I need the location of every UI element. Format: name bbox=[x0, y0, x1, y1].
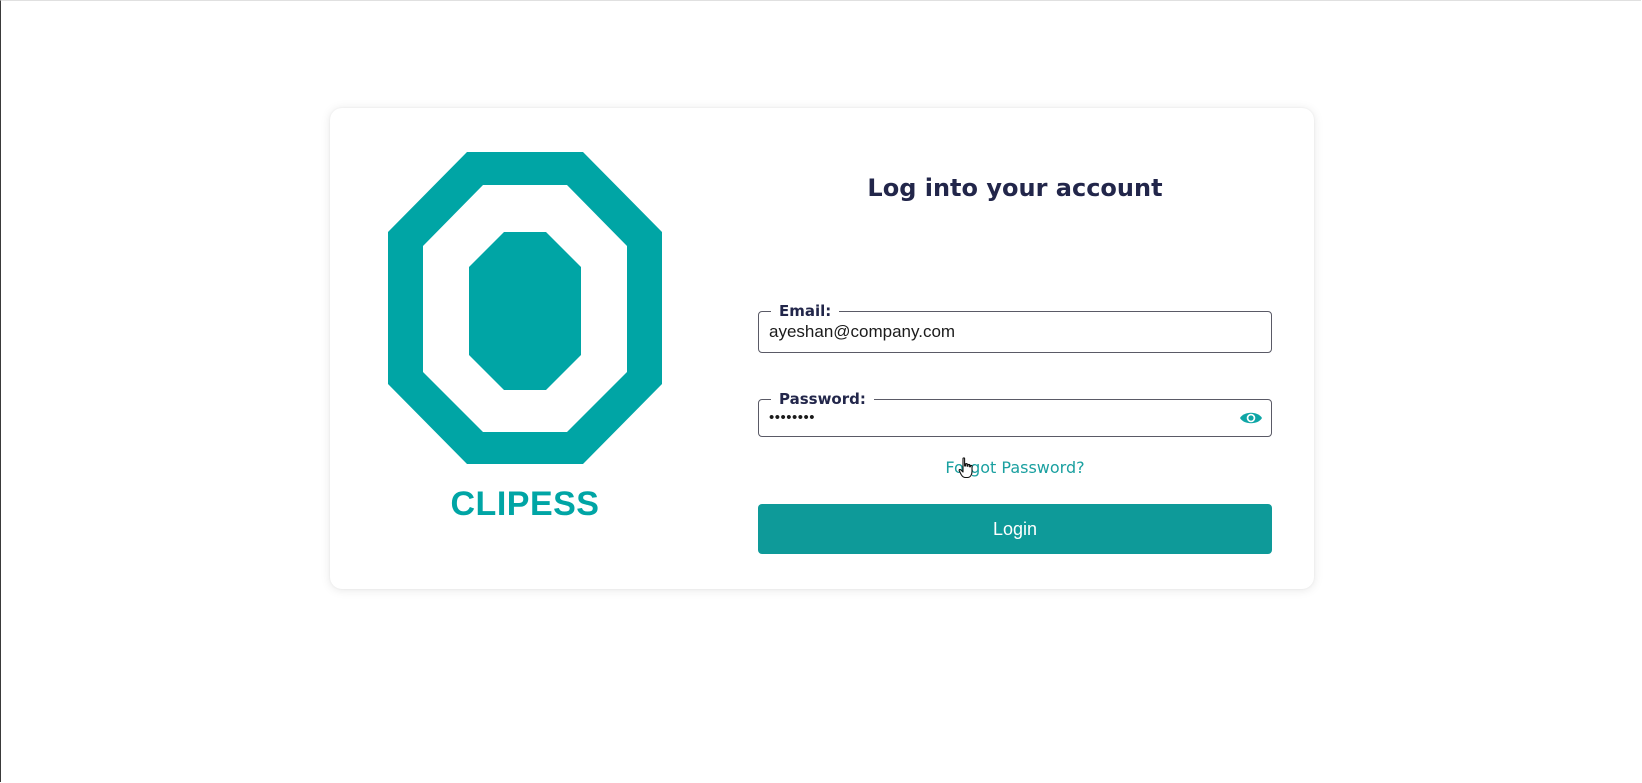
eye-icon[interactable] bbox=[1239, 408, 1263, 428]
browser-viewport: CLIPESS Log into your account Email: aye… bbox=[0, 0, 1641, 782]
email-input[interactable]: ayeshan@company.com bbox=[769, 322, 955, 342]
password-field[interactable]: Password: •••••••• bbox=[758, 389, 1272, 437]
octagon-logo-icon bbox=[388, 152, 662, 464]
login-button[interactable]: Login bbox=[758, 504, 1272, 554]
page-title: Log into your account bbox=[867, 174, 1163, 202]
login-form: Log into your account Email: ayeshan@com… bbox=[758, 168, 1272, 554]
clipess-logo bbox=[388, 152, 662, 464]
password-label: Password: bbox=[771, 389, 874, 409]
email-field[interactable]: Email: ayeshan@company.com bbox=[758, 301, 1272, 353]
forgot-password-link[interactable]: Forgot Password? bbox=[758, 458, 1272, 477]
login-card: CLIPESS Log into your account Email: aye… bbox=[330, 108, 1314, 589]
password-input[interactable]: •••••••• bbox=[769, 408, 815, 428]
brand-name: CLIPESS bbox=[450, 485, 600, 523]
email-label: Email: bbox=[771, 301, 840, 321]
